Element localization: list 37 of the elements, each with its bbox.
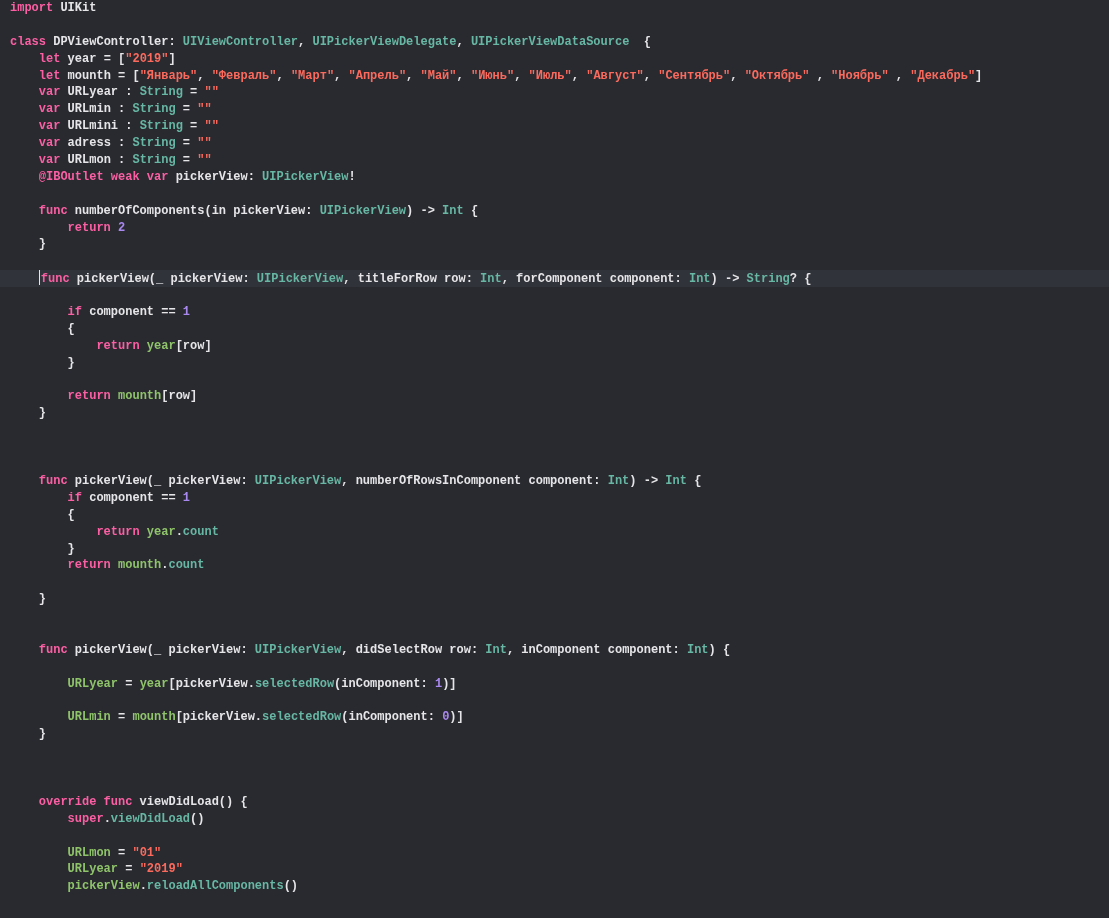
code-line: pickerView.reloadAllComponents() [66,878,299,896]
code-line: @IBOutlet weak var pickerView: UIPickerView! [37,168,356,186]
code-line: super.viewDidLoad() [66,810,205,828]
code-line: { [66,320,75,338]
code-line: URLmin = mounth[pickerView.selectedRow(inComponent: 0)] [66,709,464,727]
code-line: import UIKit [10,0,97,17]
code-line: func pickerView(_ pickerView: UIPickerView, numberOfRowsInComponent component: Int) -> Int { [37,472,702,490]
code-line: override func viewDidLoad() { [37,793,248,811]
code-line: class DPViewController: UIViewController, UIPickerViewDelegate, UIPickerViewDataSource { [10,33,651,51]
code-line: URLmon = "01" [66,844,162,862]
code-line: URLyear = "2019" [66,861,183,879]
code-line: } [37,236,46,254]
code-line: var adress : String = "" [37,135,212,153]
code-line: func pickerView(_ pickerView: UIPickerView, didSelectRow row: Int, inComponent component: Int) { [37,641,731,659]
code-line: return mounth.count [66,557,205,575]
code-line: var URLmon : String = "" [37,152,212,169]
text-cursor [38,270,40,286]
code-line: var URLyear : String = "" [37,84,219,102]
code-line: func numberOfComponents(in pickerView: UIPickerView) -> Int { [37,202,479,220]
code-line: return 2 [66,219,126,237]
code-line: } [37,591,46,609]
code-line: } [37,726,46,744]
code-line: return mounth[row] [66,388,198,406]
code-line: var URLmini : String = "" [37,118,219,136]
code-line: var URLmin : String = "" [37,101,212,119]
code-line: } [66,354,75,372]
code-line: return year.count [95,523,219,541]
code-line: let year = ["2019"] [37,50,176,68]
code-line: if component == 1 [66,489,191,507]
code-line: { [66,506,75,524]
code-line: let mounth = ["Январь", "Февраль", "Март", "Апрель", "Май", "Июнь", "Июль", "Август", "Сентябрь", "Октябрь" , "Ноябрь" , "Декабрь"] [37,67,983,85]
code-line: URLyear = year[pickerView.selectedRow(inComponent: 1)] [66,675,457,693]
code-line: if component == 1 [66,304,191,321]
code-line: } [66,540,75,558]
code-line: } [37,405,46,423]
code-line: func pickerView(_ pickerView: UIPickerView, titleForRow row: Int, forComponent component: Int) -> String? { [40,271,812,289]
code-line: return year[row] [95,337,212,355]
